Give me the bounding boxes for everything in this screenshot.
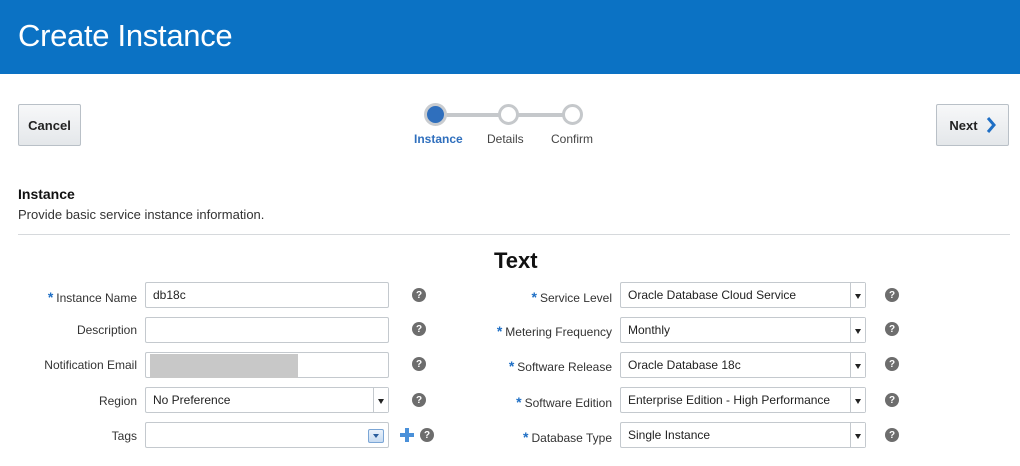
help-icon[interactable]: ? (420, 428, 434, 442)
train-label-confirm: Confirm (551, 132, 594, 146)
next-button-label: Next (949, 117, 978, 133)
train-stop-details[interactable] (498, 104, 519, 125)
chevron-down-icon[interactable] (373, 388, 388, 412)
tags-input[interactable] (145, 422, 389, 448)
service-level-select[interactable]: Oracle Database Cloud Service (620, 282, 866, 308)
metering-frequency-select[interactable]: Monthly (620, 317, 866, 343)
metering-frequency-label: * Metering Frequency (496, 323, 612, 339)
instance-name-value: db18c (153, 288, 186, 302)
plus-icon[interactable] (400, 428, 414, 442)
help-icon[interactable]: ? (885, 288, 899, 302)
software-release-select[interactable]: Oracle Database 18c (620, 352, 866, 378)
notification-email-input[interactable] (145, 352, 389, 378)
help-icon[interactable]: ? (885, 393, 899, 407)
progress-train: Instance Details Confirm (412, 103, 612, 148)
required-marker: * (516, 394, 522, 410)
help-icon[interactable]: ? (412, 288, 426, 302)
description-input[interactable] (145, 317, 389, 343)
chevron-right-icon (986, 117, 996, 133)
required-marker: * (531, 289, 537, 305)
help-icon[interactable]: ? (412, 393, 426, 407)
region-value: No Preference (153, 393, 231, 407)
region-select[interactable]: No Preference (145, 387, 389, 413)
train-label-instance: Instance (414, 132, 463, 146)
instance-name-input[interactable]: db18c (145, 282, 389, 308)
train-connector (515, 113, 568, 117)
cancel-button-label: Cancel (28, 117, 71, 133)
required-marker: * (508, 358, 515, 374)
help-icon[interactable]: ? (885, 428, 899, 442)
required-marker: * (523, 429, 529, 445)
redacted-block (150, 354, 298, 378)
software-edition-select[interactable]: Enterprise Edition - High Performance (620, 387, 866, 413)
page-header: Create Instance (0, 0, 1020, 74)
software-release-label: * Software Release (508, 358, 612, 374)
required-marker: * (47, 289, 54, 305)
section-title: Instance (18, 186, 75, 202)
help-icon[interactable]: ? (885, 357, 899, 371)
next-button[interactable]: Next (936, 104, 1009, 146)
chevron-down-icon[interactable] (850, 283, 865, 307)
description-label: Description (76, 323, 137, 337)
instance-name-label: * Instance Name (47, 289, 137, 305)
chevron-down-icon[interactable] (850, 388, 865, 412)
software-edition-label: * Software Edition (516, 394, 612, 410)
overlay-text: Text (494, 248, 538, 273)
help-icon[interactable]: ? (412, 322, 426, 336)
train-stop-confirm[interactable] (562, 104, 583, 125)
section-description: Provide basic service instance informati… (18, 207, 265, 222)
tags-label: Tags (111, 429, 137, 443)
service-level-label: * Service Level (531, 289, 613, 305)
database-type-select[interactable]: Single Instance (620, 422, 866, 448)
train-label-details: Details (487, 132, 524, 146)
chevron-down-icon[interactable] (850, 353, 865, 377)
help-icon[interactable]: ? (885, 322, 899, 336)
help-icon[interactable]: ? (412, 357, 426, 371)
chevron-down-icon[interactable] (850, 318, 865, 342)
database-type-label: * Database Type (523, 429, 612, 445)
train-stop-instance[interactable] (424, 103, 447, 126)
tags-dropdown-icon[interactable] (368, 429, 384, 443)
cancel-button[interactable]: Cancel (18, 104, 81, 146)
region-label: Region (98, 394, 137, 408)
divider (18, 234, 1010, 235)
chevron-down-icon[interactable] (850, 423, 865, 447)
notification-email-label: Notification Email (44, 358, 137, 372)
required-marker: * (496, 323, 503, 339)
page-title: Create Instance (18, 18, 233, 53)
